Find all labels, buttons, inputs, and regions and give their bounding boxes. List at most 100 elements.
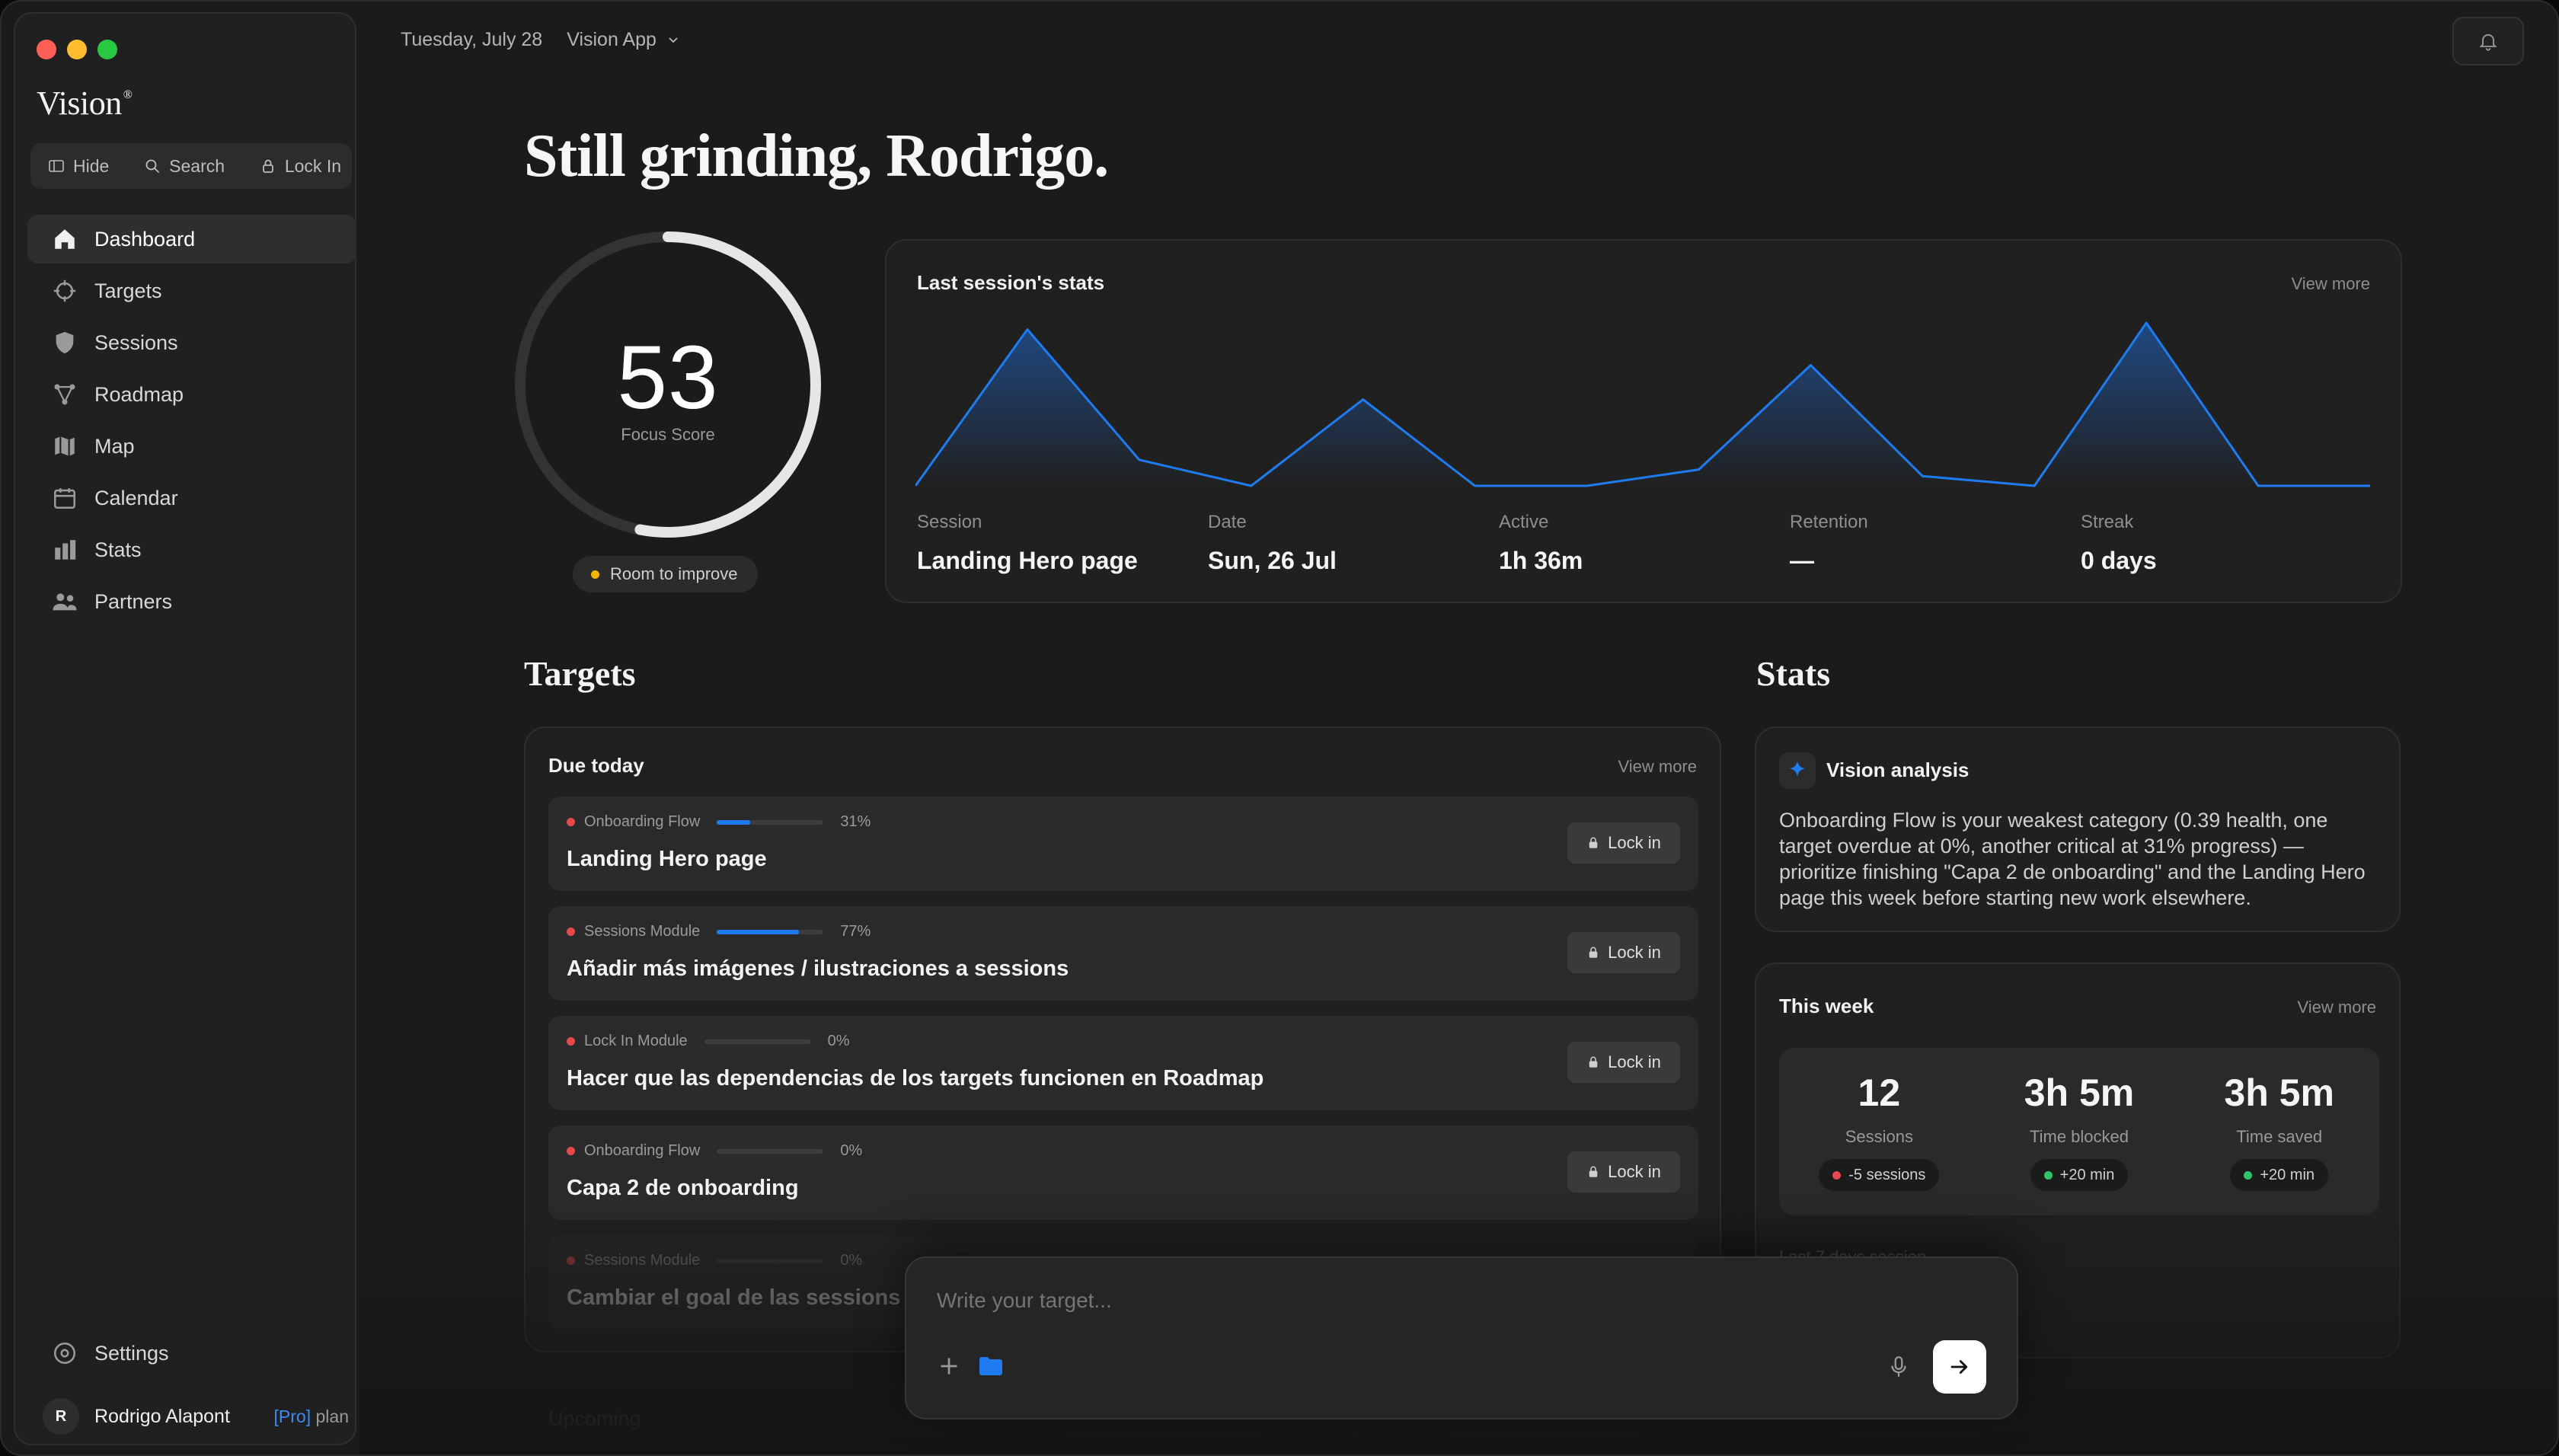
lock-in-label: Lock In	[284, 155, 341, 176]
quick-actions: Hide Search Lock In	[30, 143, 352, 189]
sparkle-icon	[1779, 752, 1816, 789]
lock-icon	[1589, 837, 1598, 848]
gear-icon	[53, 1342, 76, 1365]
stat-label: Active	[1499, 512, 1549, 532]
last-session-view-more[interactable]: View more	[2291, 274, 2370, 294]
weekly-stat-value: 3h 5m	[2024, 1071, 2135, 1114]
lock-icon	[1589, 1166, 1598, 1177]
sidebar-item-label: Stats	[94, 538, 142, 561]
minimize-window-button[interactable]	[67, 40, 87, 59]
sidebar-item-label: Targets	[94, 279, 162, 302]
target-row[interactable]: Sessions Module 77% Añadir más imágenes …	[548, 906, 1698, 1001]
this-week-title: This week	[1779, 995, 1874, 1017]
lock-in-label: Lock in	[1608, 1162, 1661, 1181]
close-window-button[interactable]	[37, 40, 56, 59]
folder-icon[interactable]	[976, 1352, 1005, 1380]
sidebar-item-label: Partners	[94, 589, 173, 613]
zoom-window-button[interactable]	[97, 40, 117, 59]
arrow-right-icon	[1950, 1360, 1968, 1374]
bell-icon	[2479, 34, 2497, 51]
target-progress-bar	[704, 1039, 811, 1044]
target-progress-percent: 77%	[840, 923, 871, 940]
sidebar-item-partners[interactable]: Partners	[27, 577, 356, 626]
sidebar-item-dashboard[interactable]: Dashboard	[27, 215, 356, 263]
session-activity-chart	[915, 321, 2370, 487]
app-window: Vision ® Hide Search Lock In Dashboard T…	[0, 0, 2559, 1456]
stat-value: Landing Hero page	[917, 547, 1138, 574]
sidebar-item-map[interactable]: Map	[27, 422, 356, 471]
delta-dot	[1832, 1170, 1842, 1180]
target-progress-percent: 0%	[840, 1252, 863, 1269]
target-input[interactable]	[937, 1288, 1927, 1313]
search-icon	[145, 159, 160, 173]
settings-label: Settings	[94, 1341, 169, 1365]
target-category: Sessions Module	[584, 1252, 701, 1269]
category-dot	[567, 1256, 575, 1265]
lock-in-target-button[interactable]: Lock in	[1567, 822, 1680, 864]
add-icon[interactable]	[935, 1352, 963, 1380]
target-name: Capa 2 de onboarding	[567, 1176, 799, 1200]
weekly-stat-delta: +20 min	[2230, 1159, 2329, 1191]
microphone-icon[interactable]	[1886, 1354, 1912, 1380]
people-icon	[53, 593, 77, 611]
category-dot	[567, 818, 575, 826]
user-profile[interactable]: R Rodrigo Alapont [Pro] plan	[43, 1398, 355, 1435]
targets-view-more[interactable]: View more	[1618, 757, 1697, 777]
lock-in-button[interactable]: Lock In	[259, 156, 341, 177]
plan-badge: [Pro] plan	[273, 1406, 349, 1426]
send-button[interactable]	[1933, 1340, 1986, 1394]
sidebar-item-sessions[interactable]: Sessions	[27, 318, 356, 367]
notifications-button[interactable]	[2452, 17, 2524, 65]
sidebar-item-roadmap[interactable]: Roadmap	[27, 370, 356, 419]
sidebar-item-targets[interactable]: Targets	[27, 267, 356, 315]
sidebar: Vision ® Hide Search Lock In Dashboard T…	[14, 12, 356, 1445]
stat-label: Retention	[1790, 512, 1868, 532]
lock-in-label: Lock in	[1608, 1052, 1661, 1071]
target-progress-bar	[717, 1148, 824, 1154]
target-row[interactable]: Onboarding Flow 31% Landing Hero page Lo…	[548, 797, 1698, 891]
stat-value: 0 days	[2081, 547, 2157, 574]
focus-status-badge: Room to improve	[573, 556, 758, 592]
status-dot	[591, 570, 599, 579]
settings-button[interactable]: Settings	[52, 1340, 169, 1366]
app-selector[interactable]: Vision App	[567, 29, 681, 51]
focus-status-label: Room to improve	[610, 564, 738, 583]
target-row[interactable]: Onboarding Flow 0% Capa 2 de onboarding …	[548, 1126, 1698, 1220]
target-progress-percent: 0%	[840, 1142, 863, 1159]
target-name: Añadir más imágenes / ilustraciones a se…	[567, 956, 1069, 981]
lock-in-label: Lock in	[1608, 943, 1661, 962]
bar-chart-icon	[55, 540, 76, 560]
target-row[interactable]: Lock In Module 0% Hacer que las dependen…	[548, 1016, 1698, 1110]
target-progress-percent: 0%	[827, 1033, 850, 1049]
weekly-stat-sessions: 12 Sessions -5 sessions	[1779, 1048, 1979, 1215]
category-dot	[567, 1037, 575, 1046]
sidebar-item-calendar[interactable]: Calendar	[27, 474, 356, 522]
target-name: Hacer que las dependencias de los target…	[567, 1066, 1264, 1090]
lock-in-target-button[interactable]: Lock in	[1567, 1151, 1680, 1193]
sidebar-item-stats[interactable]: Stats	[27, 525, 356, 574]
lock-icon	[1589, 1056, 1598, 1068]
stat-label: Date	[1208, 512, 1247, 532]
sidebar-item-label: Sessions	[94, 330, 178, 354]
progress-fill	[717, 929, 800, 934]
lock-in-target-button[interactable]: Lock in	[1567, 1042, 1680, 1083]
sidebar-item-label: Map	[94, 434, 135, 458]
search-button[interactable]: Search	[143, 156, 225, 177]
last-session-title: Last session's stats	[917, 271, 1105, 294]
lock-in-target-button[interactable]: Lock in	[1567, 932, 1680, 973]
target-meta: Sessions Module 0%	[567, 1252, 862, 1269]
user-name: Rodrigo Alapont	[94, 1405, 230, 1427]
weekly-stat-label: Time blocked	[2030, 1127, 2129, 1146]
target-progress-bar	[717, 819, 824, 825]
session-stats: Session Landing Hero page Date Sun, 26 J…	[917, 512, 2372, 575]
weekly-stat-value: 12	[1858, 1071, 1901, 1114]
hide-sidebar-button[interactable]: Hide	[47, 156, 109, 177]
top-bar: Tuesday, July 28 Vision App	[401, 29, 681, 51]
this-week-view-more[interactable]: View more	[2297, 998, 2376, 1017]
hide-label: Hide	[73, 155, 110, 176]
focus-score-label: Focus Score	[621, 425, 715, 444]
page-title: Still grinding, Rodrigo.	[524, 123, 1109, 190]
stat-value: 1h 36m	[1499, 547, 1583, 574]
weekly-stat-delta: -5 sessions	[1819, 1159, 1940, 1191]
stat-label: Streak	[2081, 512, 2134, 532]
